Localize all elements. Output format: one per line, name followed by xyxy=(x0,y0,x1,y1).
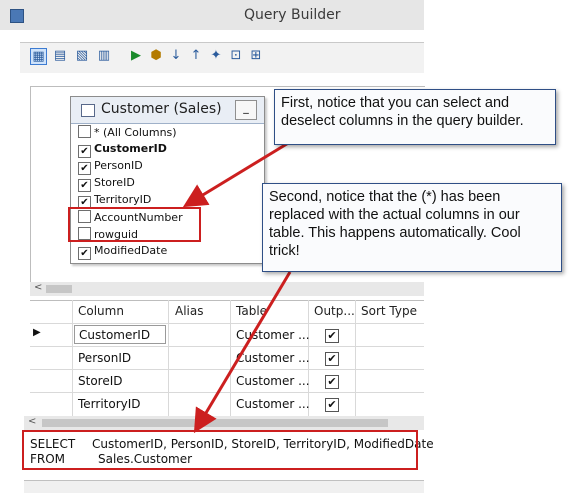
checkbox-modifieddate[interactable]: ✔ xyxy=(78,247,91,260)
column-item[interactable]: ✔ StoreID xyxy=(78,176,135,193)
column-item[interactable]: ✔ CustomerID xyxy=(78,142,167,159)
output-checkbox[interactable]: ✔ xyxy=(325,375,339,389)
grid-scrollbar[interactable]: < xyxy=(24,416,424,430)
checkbox-all-columns[interactable] xyxy=(78,125,91,138)
output-checkbox[interactable]: ✔ xyxy=(325,352,339,366)
header-column[interactable]: Column xyxy=(78,304,124,318)
table-icon xyxy=(81,104,95,117)
grid-cell-table[interactable]: Customer ... xyxy=(236,351,310,365)
app-icon xyxy=(10,9,24,23)
column-label: PersonID xyxy=(94,159,143,172)
callout-first: First, notice that you can select and de… xyxy=(274,89,556,145)
scroll-thumb[interactable] xyxy=(42,419,388,427)
remove-filter-icon[interactable]: ✦ xyxy=(208,48,224,64)
checkbox-personid[interactable]: ✔ xyxy=(78,162,91,175)
header-alias[interactable]: Alias xyxy=(175,304,203,318)
grid-line xyxy=(30,392,424,393)
highlight-unchecked-columns xyxy=(68,207,201,242)
highlight-sql-statement xyxy=(22,430,418,470)
table-row[interactable]: PersonID xyxy=(78,351,131,365)
show-diagram-pane-icon[interactable]: ▦ xyxy=(30,48,47,65)
scroll-thumb[interactable] xyxy=(46,285,72,293)
sort-ascending-icon[interactable]: ↓ xyxy=(168,48,184,64)
header-output[interactable]: Outp... xyxy=(314,304,355,318)
column-label: ModifiedDate xyxy=(94,244,168,257)
column-label: TerritoryID xyxy=(94,193,152,206)
show-results-pane-icon[interactable]: ▥ xyxy=(96,48,112,64)
table-row[interactable]: CustomerID xyxy=(74,325,166,344)
grid-cell-table[interactable]: Customer ... xyxy=(236,328,310,342)
results-pane-edge xyxy=(24,480,424,493)
header-sort-type[interactable]: Sort Type xyxy=(361,304,417,318)
table-box-header: Customer (Sales) _ xyxy=(71,97,264,124)
add-table-icon[interactable]: ⊞ xyxy=(248,48,264,64)
grid-line xyxy=(168,300,169,418)
column-item[interactable]: ✔ ModifiedDate xyxy=(78,244,167,261)
checkbox-customerid[interactable]: ✔ xyxy=(78,145,91,158)
grid-line xyxy=(72,300,73,418)
table-row[interactable]: TerritoryID xyxy=(78,397,141,411)
show-sql-pane-icon[interactable]: ▧ xyxy=(74,48,90,64)
table-box-title: Customer (Sales) xyxy=(101,101,222,117)
title-bar: Query Builder xyxy=(0,0,424,30)
execute-sql-icon[interactable]: ▶ xyxy=(128,48,144,64)
column-label: StoreID xyxy=(94,176,135,189)
verify-sql-icon[interactable]: ⬢ xyxy=(148,48,164,64)
window-title: Query Builder xyxy=(244,7,341,23)
header-table[interactable]: Table xyxy=(236,304,267,318)
column-label: * (All Columns) xyxy=(94,126,177,139)
output-checkbox[interactable]: ✔ xyxy=(325,329,339,343)
sort-descending-icon[interactable]: ↑ xyxy=(188,48,204,64)
show-criteria-pane-icon[interactable]: ▤ xyxy=(52,48,68,64)
grid-line xyxy=(30,369,424,370)
callout-second: Second, notice that the (*) has been rep… xyxy=(262,183,562,272)
scroll-left-icon[interactable]: < xyxy=(28,416,36,427)
toolbar: ▦ ▤ ▧ ▥ ▶ ⬢ ↓ ↑ ✦ ⊡ ⊞ xyxy=(20,42,424,73)
grid-line xyxy=(355,300,356,418)
grid-line xyxy=(230,300,231,418)
output-checkbox[interactable]: ✔ xyxy=(325,398,339,412)
column-item[interactable]: ✔ PersonID xyxy=(78,159,143,176)
minimize-button[interactable]: _ xyxy=(235,100,257,120)
grid-line xyxy=(30,346,424,347)
grid-line xyxy=(30,323,424,324)
column-item[interactable]: * (All Columns) xyxy=(78,125,177,142)
checkbox-storeid[interactable]: ✔ xyxy=(78,179,91,192)
group-by-icon[interactable]: ⊡ xyxy=(228,48,244,64)
diagram-scrollbar[interactable]: < xyxy=(30,282,424,296)
grid-cell-table[interactable]: Customer ... xyxy=(236,397,310,411)
column-label: CustomerID xyxy=(94,142,167,155)
grid-cell-table[interactable]: Customer ... xyxy=(236,374,310,388)
scroll-left-icon[interactable]: < xyxy=(34,282,42,293)
table-row[interactable]: StoreID xyxy=(78,374,123,388)
row-indicator-icon: ▶ xyxy=(33,327,41,338)
